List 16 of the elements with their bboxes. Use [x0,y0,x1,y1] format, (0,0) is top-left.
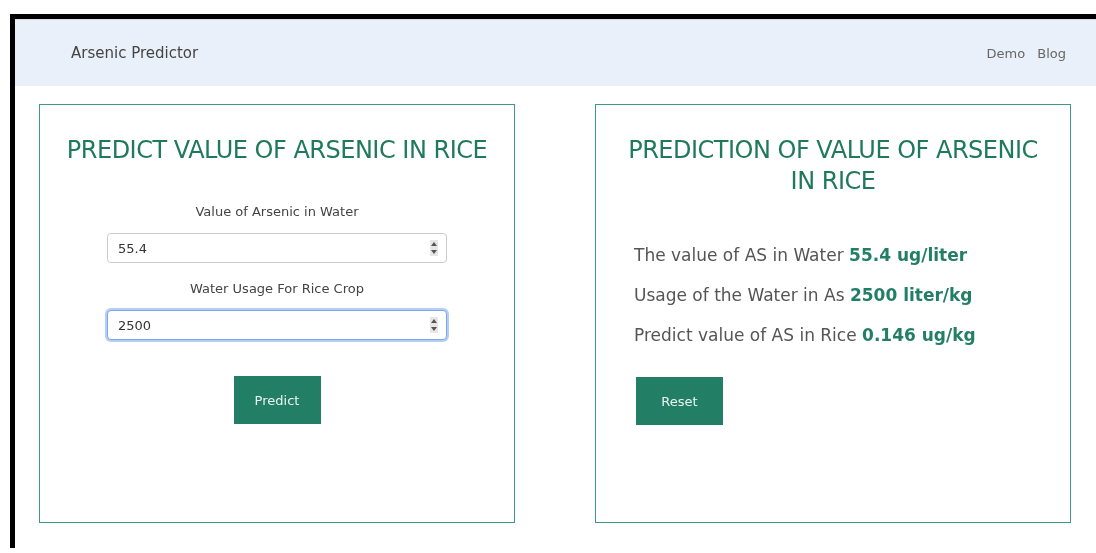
spinner-icon[interactable] [430,240,438,257]
nav-link[interactable]: Demo [986,45,1026,61]
number-field[interactable]: 2500 [107,310,447,341]
brand-link[interactable]: Arsenic Predictor [71,44,199,62]
field-label: Value of Arsenic in Water [195,204,359,220]
predict-button[interactable]: Predict [233,376,321,425]
form-title: PREDICT VALUE OF ARSENIC IN RICE [66,135,488,166]
number-field[interactable]: 55.4 [107,233,447,264]
result-text: The value of AS in Water 55.4 ug/liter [634,245,969,266]
result-text: Usage of the Water in As 2500 liter/kg [634,285,974,306]
result-title: PREDICTION OF VALUE OF ARSENIC IN RICE [627,135,1039,198]
result-text: Predict value of AS in Rice 0.146 ug/kg [634,325,977,346]
reset-button[interactable]: Reset [636,377,723,426]
field-label: Water Usage For Rice Crop [190,281,364,297]
spinner-icon[interactable] [430,317,438,334]
nav-link[interactable]: Blog [1037,45,1066,61]
